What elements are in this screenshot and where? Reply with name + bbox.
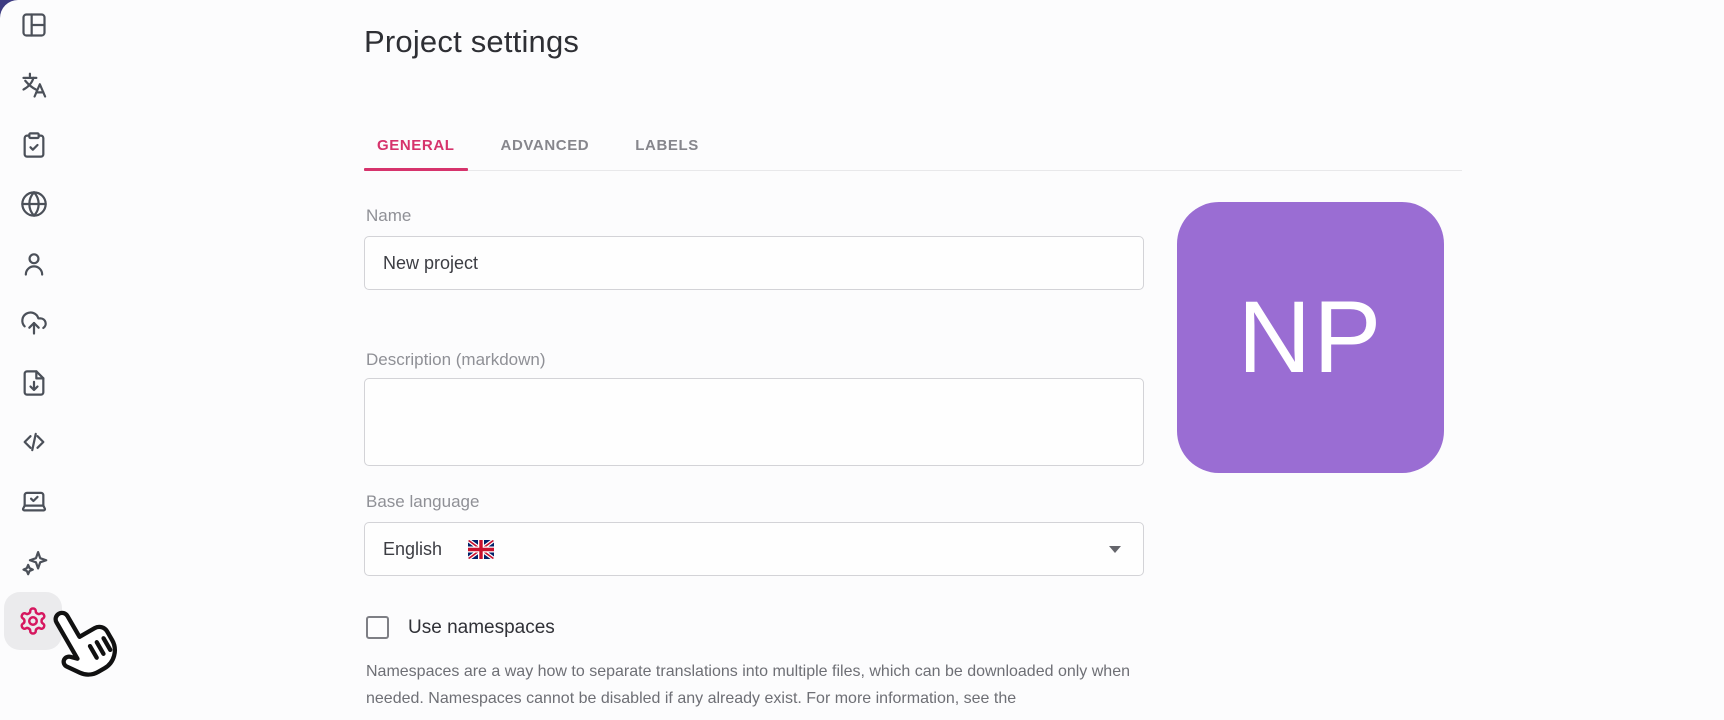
use-namespaces-checkbox[interactable] [366, 616, 389, 639]
chevron-down-icon [1109, 546, 1121, 553]
use-namespaces-row: Use namespaces [366, 616, 555, 639]
gear-icon [18, 606, 48, 636]
base-language-select[interactable]: English [364, 522, 1144, 576]
project-name-input[interactable] [364, 236, 1144, 290]
globe-icon [20, 190, 48, 218]
file-download-icon [20, 369, 48, 397]
user-icon [20, 250, 48, 278]
avatar-initials: NP [1238, 279, 1384, 396]
sidebar-item-ai[interactable] [20, 548, 48, 576]
sidebar-item-tasks[interactable] [20, 131, 48, 159]
tab-general[interactable]: GENERAL [364, 121, 468, 170]
sidebar-item-import[interactable] [20, 309, 48, 337]
sidebar-item-dashboard[interactable] [20, 11, 48, 39]
sidebar-item-languages[interactable] [20, 190, 48, 218]
sparkles-icon [20, 548, 48, 576]
clipboard-check-icon [20, 131, 48, 159]
base-language-field-label: Base language [366, 492, 479, 512]
base-language-value: English [383, 539, 442, 560]
settings-tab-bar: GENERAL ADVANCED LABELS [364, 121, 1462, 171]
sidebar-item-translations[interactable] [20, 72, 48, 100]
name-field-label: Name [366, 206, 411, 226]
page-title: Project settings [364, 24, 579, 60]
tab-labels[interactable]: LABELS [622, 121, 712, 170]
project-description-textarea[interactable] [364, 378, 1144, 466]
tab-advanced[interactable]: ADVANCED [488, 121, 603, 170]
translate-icon [20, 72, 48, 100]
namespaces-help-text: Namespaces are a way how to separate tra… [366, 658, 1148, 712]
sidebar-item-developer[interactable] [20, 487, 48, 515]
description-field-label: Description (markdown) [366, 350, 546, 370]
laptop-check-icon [20, 487, 48, 515]
layout-panels-icon [20, 11, 48, 39]
sidebar-item-settings[interactable] [18, 606, 48, 636]
sidebar-item-members[interactable] [20, 250, 48, 278]
project-avatar[interactable]: NP [1177, 202, 1444, 473]
code-icon [20, 428, 48, 456]
uk-flag-icon [468, 540, 494, 559]
cloud-upload-icon [20, 309, 48, 337]
project-settings-page: Project settings GENERAL ADVANCED LABELS… [0, 0, 1724, 720]
use-namespaces-label[interactable]: Use namespaces [408, 617, 555, 639]
sidebar-item-integrate[interactable] [20, 428, 48, 456]
sidebar-item-export[interactable] [20, 369, 48, 397]
